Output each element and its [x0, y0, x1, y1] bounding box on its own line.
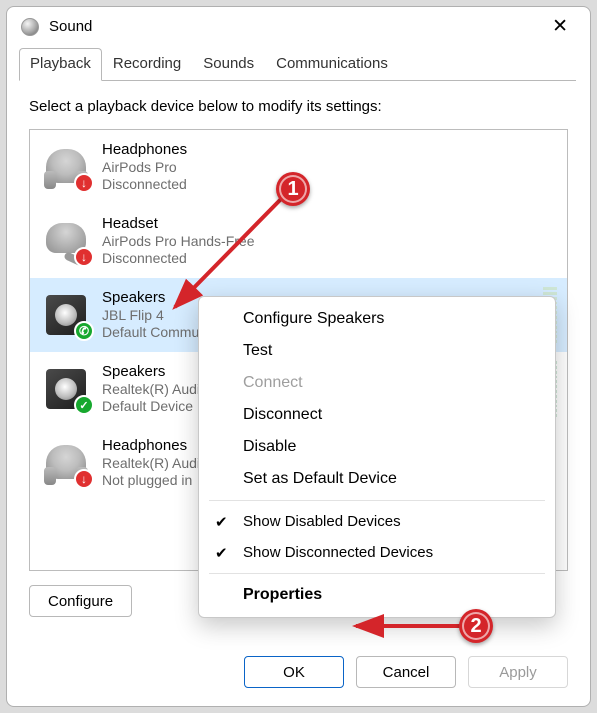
tab-sounds[interactable]: Sounds — [192, 48, 265, 81]
phone-badge-icon — [74, 321, 94, 341]
check-icon: ✔ — [215, 544, 228, 562]
speaker-icon — [44, 369, 90, 409]
menu-disable[interactable]: Disable — [199, 431, 555, 463]
unplugged-badge-icon — [74, 469, 94, 489]
menu-test[interactable]: Test — [199, 335, 555, 367]
annotation-badge-1: 1 — [276, 172, 310, 206]
device-sub: Realtek(R) Audio — [102, 455, 208, 473]
disconnected-badge-icon — [74, 247, 94, 267]
headphones-icon — [44, 147, 90, 187]
disconnected-badge-icon — [74, 173, 94, 193]
menu-separator — [209, 500, 545, 501]
device-name: Headphones — [102, 141, 187, 159]
window-title: Sound — [49, 18, 92, 35]
device-name: Headphones — [102, 437, 208, 455]
default-badge-icon — [74, 395, 94, 415]
menu-label: Show Disabled Devices — [243, 513, 401, 530]
speaker-icon — [44, 295, 90, 335]
apply-button: Apply — [468, 656, 568, 688]
configure-button[interactable]: Configure — [29, 585, 132, 617]
dialog-footer: OK Cancel Apply — [7, 642, 590, 706]
annotation-badge-2: 2 — [459, 609, 493, 643]
device-status: Default Device — [102, 398, 208, 416]
context-menu[interactable]: Configure Speakers Test Connect Disconne… — [198, 296, 556, 618]
prompt-text: Select a playback device below to modify… — [29, 98, 568, 115]
check-icon: ✔ — [215, 513, 228, 531]
headphones-icon — [44, 443, 90, 483]
menu-separator — [209, 573, 545, 574]
menu-properties[interactable]: Properties — [199, 579, 555, 611]
titlebar: Sound ✕ — [7, 7, 590, 42]
sound-icon — [21, 18, 39, 36]
menu-show-disconnected[interactable]: ✔ Show Disconnected Devices — [199, 537, 555, 568]
device-item[interactable]: Headset AirPods Pro Hands-Free Disconnec… — [30, 204, 567, 278]
cancel-button[interactable]: Cancel — [356, 656, 456, 688]
tab-underline — [21, 80, 576, 81]
annotation-arrow-2 — [350, 616, 470, 636]
device-sub: Realtek(R) Audio — [102, 381, 208, 399]
tab-strip: Playback Recording Sounds Communications — [7, 42, 590, 81]
tab-recording[interactable]: Recording — [102, 48, 192, 81]
annotation-arrow-1 — [165, 189, 295, 319]
headset-icon — [44, 221, 90, 261]
menu-connect: Connect — [199, 367, 555, 399]
device-status: Not plugged in — [102, 472, 208, 490]
device-labels: Speakers Realtek(R) Audio Default Device — [102, 363, 208, 416]
tab-communications[interactable]: Communications — [265, 48, 399, 81]
menu-show-disabled[interactable]: ✔ Show Disabled Devices — [199, 506, 555, 537]
device-labels: Headphones Realtek(R) Audio Not plugged … — [102, 437, 208, 490]
menu-label: Show Disconnected Devices — [243, 544, 433, 561]
menu-set-default[interactable]: Set as Default Device — [199, 463, 555, 495]
device-name: Speakers — [102, 363, 208, 381]
close-button[interactable]: ✕ — [544, 17, 576, 36]
ok-button[interactable]: OK — [244, 656, 344, 688]
device-labels: Headphones AirPods Pro Disconnected — [102, 141, 187, 194]
tab-playback[interactable]: Playback — [19, 48, 102, 81]
menu-disconnect[interactable]: Disconnect — [199, 399, 555, 431]
device-sub: AirPods Pro — [102, 159, 187, 177]
